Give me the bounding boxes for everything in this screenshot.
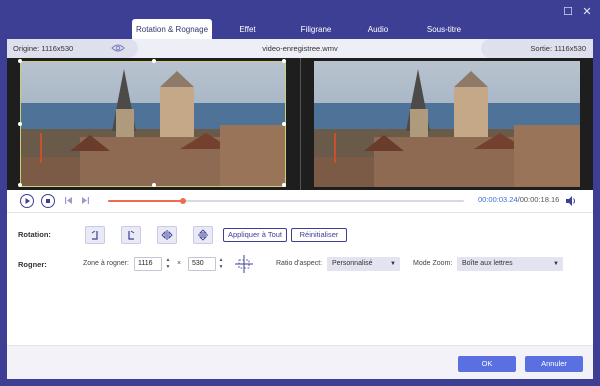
chevron-down-icon: ▼ bbox=[553, 261, 559, 267]
crop-handle[interactable] bbox=[152, 59, 156, 63]
play-icon bbox=[25, 198, 30, 204]
close-icon[interactable]: ✕ bbox=[580, 5, 594, 19]
tab-bar: Rotation & Rognage Effet Filigrane Audio… bbox=[132, 19, 481, 39]
crop-label: Rogner: bbox=[18, 260, 47, 269]
reset-button[interactable]: Réinitialiser bbox=[291, 228, 347, 242]
aspect-ratio-select[interactable]: Personnalisé ▼ bbox=[327, 257, 400, 271]
crop-handle[interactable] bbox=[18, 122, 22, 126]
flip-horizontal-icon bbox=[161, 230, 173, 240]
times-sign: × bbox=[177, 260, 182, 267]
chevron-down-icon: ▼ bbox=[390, 261, 396, 267]
rotate-right-icon bbox=[128, 230, 135, 240]
tab-audio[interactable]: Audio bbox=[349, 19, 407, 39]
rotate-right-button[interactable] bbox=[121, 226, 141, 244]
height-stepper[interactable]: ▲ ▼ bbox=[217, 257, 225, 271]
crop-height-field[interactable]: 530 bbox=[188, 257, 216, 271]
tab-watermark[interactable]: Filigrane bbox=[283, 19, 349, 39]
volume-icon[interactable] bbox=[566, 196, 577, 206]
rotate-left-icon bbox=[91, 230, 98, 240]
zoom-mode-label: Mode Zoom: bbox=[413, 260, 453, 267]
eye-icon[interactable] bbox=[111, 43, 125, 53]
crop-handle[interactable] bbox=[152, 183, 156, 187]
rotate-left-button[interactable] bbox=[85, 226, 105, 244]
aspect-ratio-label: Ratio d'aspect: bbox=[276, 260, 323, 267]
cathedral-image bbox=[314, 61, 580, 187]
crop-handle[interactable] bbox=[282, 59, 286, 63]
apply-all-button[interactable]: Appliquer à Tout bbox=[223, 228, 287, 242]
tab-rotation-crop[interactable]: Rotation & Rognage bbox=[132, 19, 212, 39]
crop-handle[interactable] bbox=[282, 122, 286, 126]
center-crop-icon[interactable] bbox=[233, 254, 255, 274]
crop-handle[interactable] bbox=[18, 183, 22, 187]
restore-icon[interactable]: ☐ bbox=[561, 5, 575, 19]
timeline-track[interactable] bbox=[108, 198, 464, 204]
play-button[interactable] bbox=[20, 194, 34, 208]
preview-area bbox=[7, 58, 593, 190]
zoom-mode-select[interactable]: Boîte aux lettres ▼ bbox=[457, 257, 563, 271]
main-panel: Origine: 1116x530 video-enregistree.wmv … bbox=[7, 39, 593, 379]
crop-width-field[interactable]: 1116 bbox=[134, 257, 162, 271]
rotation-label: Rotation: bbox=[18, 230, 51, 239]
section-divider bbox=[7, 212, 593, 213]
next-frame-icon[interactable] bbox=[81, 196, 90, 205]
stop-icon bbox=[46, 199, 50, 203]
output-resolution: Sortie: 1116x530 bbox=[481, 39, 593, 58]
timeline-knob[interactable] bbox=[179, 198, 186, 204]
editor-window: ☐ ✕ Rotation & Rognage Effet Filigrane A… bbox=[0, 0, 600, 386]
crop-zone-label: Zone à rogner: bbox=[83, 260, 129, 267]
info-bar: Origine: 1116x530 video-enregistree.wmv … bbox=[7, 39, 593, 58]
zoom-mode-value: Boîte aux lettres bbox=[462, 260, 513, 267]
output-video bbox=[314, 61, 580, 187]
stop-button[interactable] bbox=[41, 194, 55, 208]
crop-frame[interactable] bbox=[18, 59, 286, 187]
tab-subtitle[interactable]: Sous-titre bbox=[407, 19, 481, 39]
aspect-ratio-value: Personnalisé bbox=[332, 260, 373, 267]
prev-frame-icon[interactable] bbox=[64, 196, 73, 205]
crop-handle[interactable] bbox=[282, 183, 286, 187]
cancel-button[interactable]: Annuler bbox=[525, 356, 583, 372]
flip-vertical-icon bbox=[198, 229, 208, 241]
time-display: 00:00:03.24/00:00:18.16 bbox=[478, 195, 559, 204]
flip-vertical-button[interactable] bbox=[193, 226, 213, 244]
total-time: /00:00:18.16 bbox=[517, 195, 560, 204]
tab-effect[interactable]: Effet bbox=[212, 19, 283, 39]
timeline-progress bbox=[108, 200, 183, 202]
crop-handle[interactable] bbox=[18, 59, 22, 63]
playback-controls: 00:00:03.24/00:00:18.16 bbox=[7, 190, 593, 212]
flip-horizontal-button[interactable] bbox=[157, 226, 177, 244]
width-stepper[interactable]: ▲ ▼ bbox=[164, 257, 172, 271]
preview-divider bbox=[300, 58, 301, 190]
current-time: 00:00:03.24 bbox=[478, 195, 518, 204]
ok-button[interactable]: OK bbox=[458, 356, 516, 372]
